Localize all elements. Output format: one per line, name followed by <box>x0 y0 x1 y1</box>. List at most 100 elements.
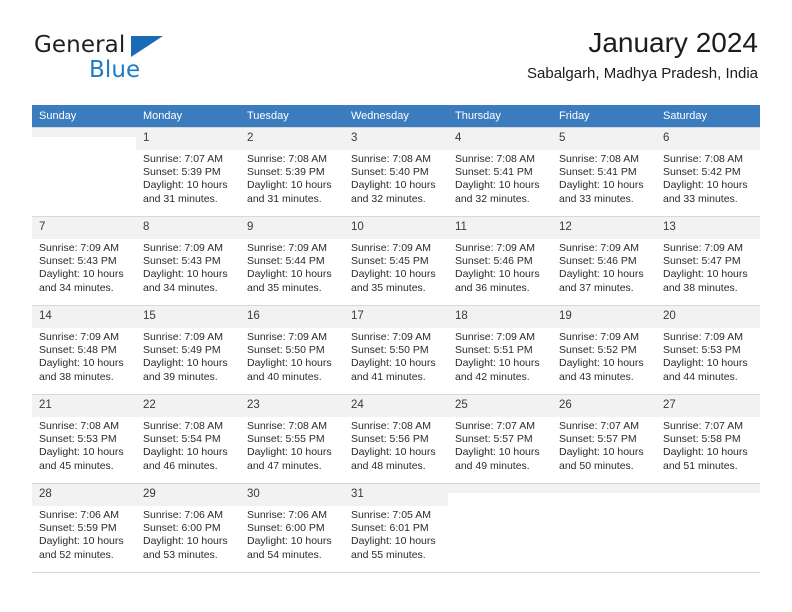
daylight-text-line1: Daylight: 10 hours <box>39 268 124 281</box>
day-cell[interactable]: 19 Sunrise: 7:09 AM Sunset: 5:52 PM Dayl… <box>552 305 656 395</box>
daylight-text-line2: and 38 minutes. <box>663 281 738 294</box>
day-number: 23 <box>240 395 344 417</box>
daylight-text-line2: and 32 minutes. <box>351 192 426 205</box>
day-cell[interactable]: 12 Sunrise: 7:09 AM Sunset: 5:46 PM Dayl… <box>552 216 656 306</box>
day-cell[interactable]: 7 Sunrise: 7:09 AM Sunset: 5:43 PM Dayli… <box>32 216 136 306</box>
daylight-text-line2: and 38 minutes. <box>39 370 114 383</box>
day-details: Sunrise: 7:06 AM Sunset: 6:00 PM Dayligh… <box>240 506 344 562</box>
daylight-text-line2: and 32 minutes. <box>455 192 530 205</box>
daylight-text-line1: Daylight: 10 hours <box>247 268 332 281</box>
day-number: 27 <box>656 395 760 417</box>
daylight-text-line2: and 34 minutes. <box>143 281 218 294</box>
day-cell[interactable]: 9 Sunrise: 7:09 AM Sunset: 5:44 PM Dayli… <box>240 216 344 306</box>
day-cell[interactable]: 16 Sunrise: 7:09 AM Sunset: 5:50 PM Dayl… <box>240 305 344 395</box>
daylight-text-line2: and 31 minutes. <box>143 192 218 205</box>
day-details: Sunrise: 7:08 AM Sunset: 5:54 PM Dayligh… <box>136 417 240 473</box>
daylight-text-line1: Daylight: 10 hours <box>455 268 540 281</box>
day-number: 14 <box>32 306 136 328</box>
daylight-text-line2: and 50 minutes. <box>559 459 634 472</box>
day-cell[interactable]: 29 Sunrise: 7:06 AM Sunset: 6:00 PM Dayl… <box>136 483 240 573</box>
sunrise-text: Sunrise: 7:09 AM <box>39 242 119 254</box>
day-cell[interactable]: 27 Sunrise: 7:07 AM Sunset: 5:58 PM Dayl… <box>656 394 760 484</box>
day-cell[interactable]: 10 Sunrise: 7:09 AM Sunset: 5:45 PM Dayl… <box>344 216 448 306</box>
day-cell[interactable]: 3 Sunrise: 7:08 AM Sunset: 5:40 PM Dayli… <box>344 127 448 217</box>
daylight-text-line1: Daylight: 10 hours <box>247 357 332 370</box>
day-cell[interactable]: 22 Sunrise: 7:08 AM Sunset: 5:54 PM Dayl… <box>136 394 240 484</box>
day-cell[interactable]: 30 Sunrise: 7:06 AM Sunset: 6:00 PM Dayl… <box>240 483 344 573</box>
day-number: 25 <box>448 395 552 417</box>
sunrise-text: Sunrise: 7:09 AM <box>455 331 535 343</box>
day-number: 17 <box>344 306 448 328</box>
sunrise-text: Sunrise: 7:07 AM <box>559 420 639 432</box>
day-cell[interactable]: 1 Sunrise: 7:07 AM Sunset: 5:39 PM Dayli… <box>136 127 240 217</box>
daylight-text-line2: and 41 minutes. <box>351 370 426 383</box>
day-cell[interactable]: 6 Sunrise: 7:08 AM Sunset: 5:42 PM Dayli… <box>656 127 760 217</box>
daylight-text-line2: and 52 minutes. <box>39 548 114 561</box>
day-number: 10 <box>344 217 448 239</box>
day-details: Sunrise: 7:08 AM Sunset: 5:55 PM Dayligh… <box>240 417 344 473</box>
day-number: 21 <box>32 395 136 417</box>
day-cell[interactable]: 26 Sunrise: 7:07 AM Sunset: 5:57 PM Dayl… <box>552 394 656 484</box>
daylight-text-line1: Daylight: 10 hours <box>351 446 436 459</box>
day-cell[interactable]: 11 Sunrise: 7:09 AM Sunset: 5:46 PM Dayl… <box>448 216 552 306</box>
sunset-text: Sunset: 5:46 PM <box>559 255 637 268</box>
calendar-header-row: Sunday Monday Tuesday Wednesday Thursday… <box>32 105 760 128</box>
day-cell[interactable]: 23 Sunrise: 7:08 AM Sunset: 5:55 PM Dayl… <box>240 394 344 484</box>
sunrise-text: Sunrise: 7:08 AM <box>247 420 327 432</box>
day-cell[interactable]: 8 Sunrise: 7:09 AM Sunset: 5:43 PM Dayli… <box>136 216 240 306</box>
day-number: 11 <box>448 217 552 239</box>
day-cell[interactable]: 2 Sunrise: 7:08 AM Sunset: 5:39 PM Dayli… <box>240 127 344 217</box>
sunrise-text: Sunrise: 7:08 AM <box>351 420 431 432</box>
sunrise-text: Sunrise: 7:09 AM <box>143 331 223 343</box>
sunrise-text: Sunrise: 7:08 AM <box>455 153 535 165</box>
day-cell[interactable]: 17 Sunrise: 7:09 AM Sunset: 5:50 PM Dayl… <box>344 305 448 395</box>
day-number: 4 <box>448 128 552 150</box>
day-details: Sunrise: 7:05 AM Sunset: 6:01 PM Dayligh… <box>344 506 448 562</box>
day-cell[interactable]: 20 Sunrise: 7:09 AM Sunset: 5:53 PM Dayl… <box>656 305 760 395</box>
day-cell[interactable]: 15 Sunrise: 7:09 AM Sunset: 5:49 PM Dayl… <box>136 305 240 395</box>
sunset-text: Sunset: 5:50 PM <box>351 344 429 357</box>
sunset-text: Sunset: 5:46 PM <box>455 255 533 268</box>
day-cell[interactable]: 28 Sunrise: 7:06 AM Sunset: 5:59 PM Dayl… <box>32 483 136 573</box>
day-number: 18 <box>448 306 552 328</box>
daylight-text-line1: Daylight: 10 hours <box>143 446 228 459</box>
day-number: 9 <box>240 217 344 239</box>
daylight-text-line2: and 45 minutes. <box>39 459 114 472</box>
day-cell[interactable]: 14 Sunrise: 7:09 AM Sunset: 5:48 PM Dayl… <box>32 305 136 395</box>
sunset-text: Sunset: 5:50 PM <box>247 344 325 357</box>
day-cell[interactable]: 24 Sunrise: 7:08 AM Sunset: 5:56 PM Dayl… <box>344 394 448 484</box>
sunset-text: Sunset: 5:53 PM <box>663 344 741 357</box>
daylight-text-line1: Daylight: 10 hours <box>351 535 436 548</box>
daylight-text-line1: Daylight: 10 hours <box>247 446 332 459</box>
day-details: Sunrise: 7:06 AM Sunset: 5:59 PM Dayligh… <box>32 506 136 562</box>
sunset-text: Sunset: 5:51 PM <box>455 344 533 357</box>
day-details: Sunrise: 7:09 AM Sunset: 5:47 PM Dayligh… <box>656 239 760 295</box>
day-number: 28 <box>32 484 136 506</box>
day-cell[interactable]: 25 Sunrise: 7:07 AM Sunset: 5:57 PM Dayl… <box>448 394 552 484</box>
sunset-text: Sunset: 5:43 PM <box>143 255 221 268</box>
sunrise-text: Sunrise: 7:09 AM <box>663 331 743 343</box>
daylight-text-line2: and 49 minutes. <box>455 459 530 472</box>
day-cell[interactable]: 13 Sunrise: 7:09 AM Sunset: 5:47 PM Dayl… <box>656 216 760 306</box>
sunrise-text: Sunrise: 7:05 AM <box>351 509 431 521</box>
sunrise-text: Sunrise: 7:08 AM <box>559 153 639 165</box>
day-cell[interactable]: 5 Sunrise: 7:08 AM Sunset: 5:41 PM Dayli… <box>552 127 656 217</box>
weekday-header-tuesday: Tuesday <box>240 105 344 128</box>
daylight-text-line2: and 55 minutes. <box>351 548 426 561</box>
sunrise-text: Sunrise: 7:08 AM <box>143 420 223 432</box>
daylight-text-line1: Daylight: 10 hours <box>247 179 332 192</box>
day-cell[interactable]: 21 Sunrise: 7:08 AM Sunset: 5:53 PM Dayl… <box>32 394 136 484</box>
day-number: 12 <box>552 217 656 239</box>
calendar-week-row: 28 Sunrise: 7:06 AM Sunset: 5:59 PM Dayl… <box>32 483 760 573</box>
day-cell[interactable]: 31 Sunrise: 7:05 AM Sunset: 6:01 PM Dayl… <box>344 483 448 573</box>
day-number <box>552 484 656 493</box>
general-blue-logo[interactable]: General Blue <box>34 32 234 92</box>
daylight-text-line1: Daylight: 10 hours <box>663 446 748 459</box>
daylight-text-line1: Daylight: 10 hours <box>143 179 228 192</box>
sunrise-text: Sunrise: 7:09 AM <box>143 242 223 254</box>
day-cell[interactable]: 18 Sunrise: 7:09 AM Sunset: 5:51 PM Dayl… <box>448 305 552 395</box>
day-details: Sunrise: 7:09 AM Sunset: 5:53 PM Dayligh… <box>656 328 760 384</box>
sunset-text: Sunset: 5:42 PM <box>663 166 741 179</box>
day-cell[interactable]: 4 Sunrise: 7:08 AM Sunset: 5:41 PM Dayli… <box>448 127 552 217</box>
sunrise-text: Sunrise: 7:08 AM <box>39 420 119 432</box>
